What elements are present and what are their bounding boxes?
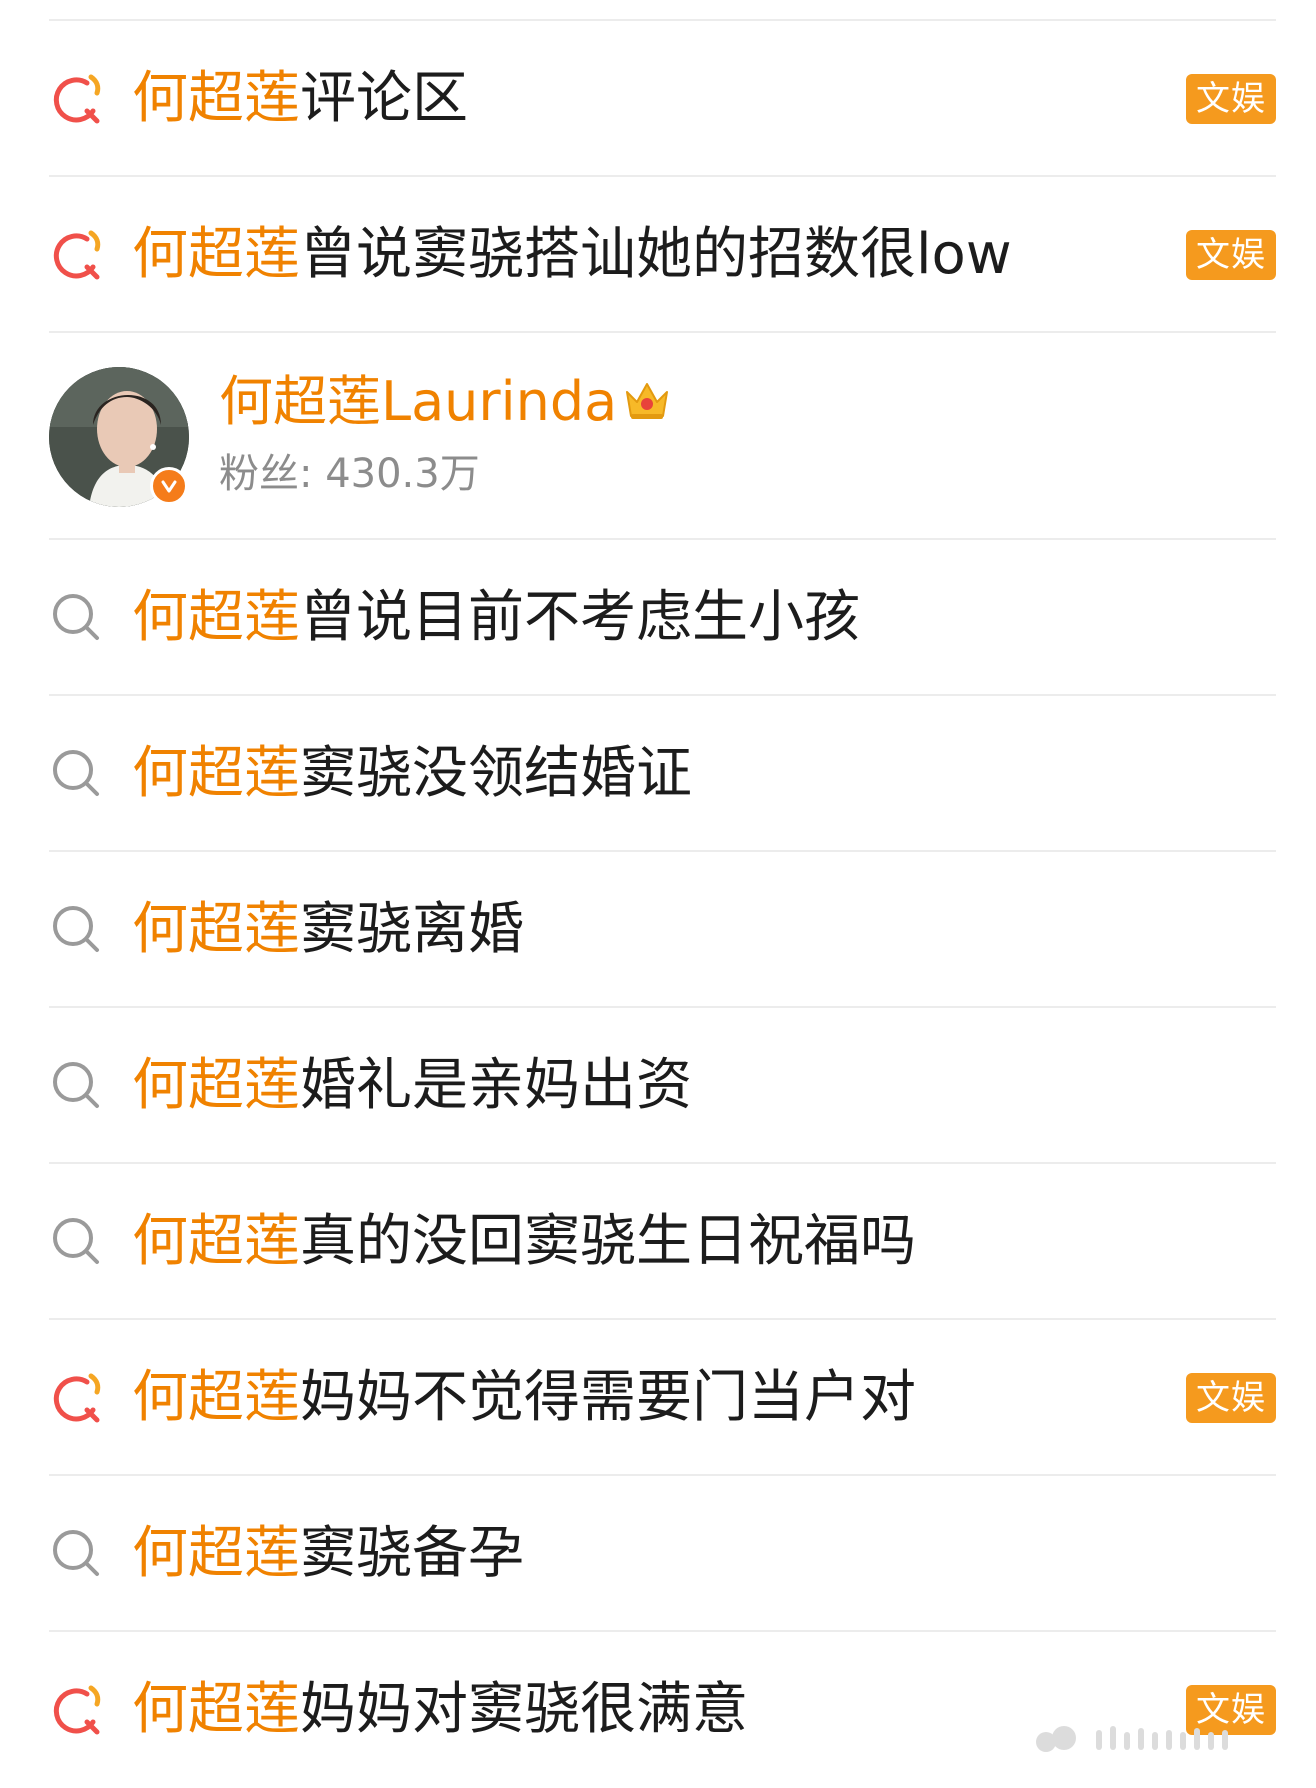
suggestion-text: 何超莲婚礼是亲妈出资 xyxy=(132,1054,692,1118)
suggestion-highlight: 何超莲 xyxy=(132,1365,300,1430)
user-fans: 粉丝: 430.3万 xyxy=(219,450,480,498)
suggestion-highlight: 何超莲 xyxy=(132,741,300,806)
suggestion-rest: 妈妈不觉得需要门当户对 xyxy=(300,1365,916,1430)
fans-label: 粉丝: xyxy=(219,451,313,497)
suggestion-rest: 真的没回窦骁生日祝福吗 xyxy=(300,1209,916,1274)
suggestion-item[interactable]: 何超莲真的没回窦骁生日祝福吗 xyxy=(0,1164,1316,1320)
suggestion-item[interactable]: 何超莲窦骁没领结婚证 xyxy=(0,696,1316,852)
suggestion-highlight: 何超莲 xyxy=(132,1677,300,1742)
search-icon xyxy=(53,594,99,640)
suggestion-item[interactable]: 何超莲窦骁离婚 xyxy=(0,852,1316,1008)
suggestion-rest: 曾说窦骁搭讪她的招数很low xyxy=(300,222,1012,287)
suggestion-rest: 评论区 xyxy=(300,66,468,131)
suggestion-text: 何超莲窦骁备孕 xyxy=(132,1522,524,1586)
verified-v-icon xyxy=(150,467,188,505)
crown-icon xyxy=(626,383,669,419)
search-icon xyxy=(53,1062,99,1108)
hot-search-icon xyxy=(53,1373,101,1423)
hot-search-icon xyxy=(53,74,101,124)
suggestion-rest: 窦骁离婚 xyxy=(300,897,524,962)
suggestion-rest: 婚礼是亲妈出资 xyxy=(300,1053,692,1118)
suggestion-item[interactable]: 何超莲窦骁备孕 xyxy=(0,1476,1316,1632)
suggestion-item[interactable]: 何超莲婚礼是亲妈出资 xyxy=(0,1008,1316,1164)
suggestion-highlight: 何超莲 xyxy=(132,897,300,962)
user-name-line: 何超莲Laurinda xyxy=(219,370,673,434)
hot-search-icon xyxy=(53,230,101,280)
suggestion-rest: 妈妈对窦骁很满意 xyxy=(300,1677,748,1742)
suggestion-text: 何超莲曾说目前不考虑生小孩 xyxy=(132,586,860,650)
fans-count: 430.3万 xyxy=(325,451,480,497)
suggestion-text: 何超莲妈妈不觉得需要门当户对 xyxy=(132,1366,916,1430)
suggestion-highlight: 何超莲 xyxy=(132,222,300,287)
hot-search-icon xyxy=(53,1685,101,1735)
suggestion-item[interactable]: 何超莲曾说目前不考虑生小孩 xyxy=(0,540,1316,696)
search-icon xyxy=(53,1218,99,1264)
suggestion-text: 何超莲真的没回窦骁生日祝福吗 xyxy=(132,1210,916,1274)
suggestion-text: 何超莲妈妈对窦骁很满意 xyxy=(132,1678,748,1742)
user-result-item[interactable]: 何超莲Laurinda 粉丝: 430.3万 xyxy=(0,334,1316,540)
suggestion-highlight: 何超莲 xyxy=(132,1209,300,1274)
suggestion-item[interactable]: 何超莲曾说窦骁搭讪她的招数很low 文娱 xyxy=(0,177,1316,333)
search-icon xyxy=(53,750,99,796)
suggestion-rest: 窦骁备孕 xyxy=(300,1521,524,1586)
user-name: 何超莲Laurinda xyxy=(219,370,618,433)
suggestion-highlight: 何超莲 xyxy=(132,66,300,131)
suggestion-text: 何超莲曾说窦骁搭讪她的招数很low xyxy=(132,223,1012,287)
suggestion-highlight: 何超莲 xyxy=(132,1521,300,1586)
category-badge: 文娱 xyxy=(1186,230,1276,280)
suggestion-rest: 曾说目前不考虑生小孩 xyxy=(300,585,860,650)
suggestion-rest: 窦骁没领结婚证 xyxy=(300,741,692,806)
suggestion-text: 何超莲评论区 xyxy=(132,67,468,131)
watermark-decoration xyxy=(1036,1726,1228,1752)
search-icon xyxy=(53,906,99,952)
suggestion-item[interactable]: 何超莲妈妈不觉得需要门当户对 文娱 xyxy=(0,1320,1316,1476)
suggestion-highlight: 何超莲 xyxy=(132,585,300,650)
search-icon xyxy=(53,1530,99,1576)
category-badge: 文娱 xyxy=(1186,1373,1276,1423)
category-badge: 文娱 xyxy=(1186,74,1276,124)
suggestion-item[interactable]: 何超莲妈妈对窦骁很满意 文娱 xyxy=(0,1632,1316,1788)
suggestion-item[interactable]: 何超莲评论区 文娱 xyxy=(0,21,1316,177)
suggestion-highlight: 何超莲 xyxy=(132,1053,300,1118)
suggestion-text: 何超莲窦骁离婚 xyxy=(132,898,524,962)
divider xyxy=(49,331,1276,333)
suggestion-text: 何超莲窦骁没领结婚证 xyxy=(132,742,692,806)
